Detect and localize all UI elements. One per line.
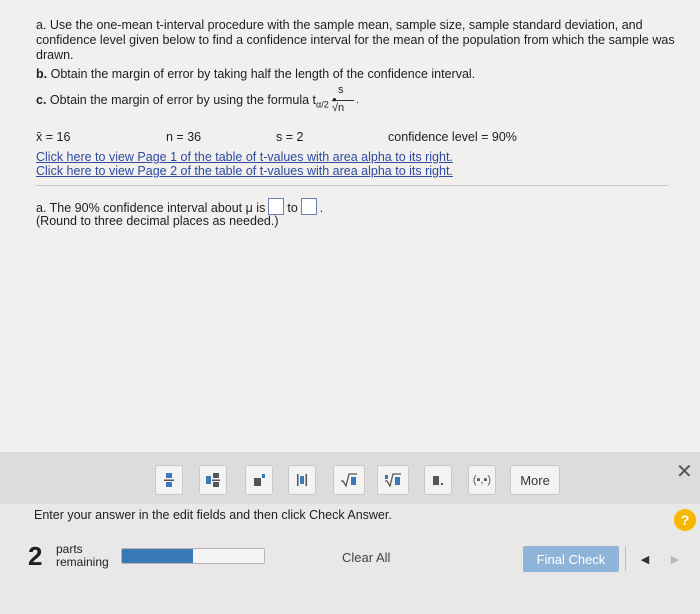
nth-root-icon	[385, 473, 401, 488]
clear-all-button[interactable]: Clear All	[342, 550, 390, 565]
question-part-b: b. Obtain the margin of error by taking …	[36, 67, 475, 82]
fraction-button[interactable]	[155, 465, 183, 495]
question-part-c: c. Obtain the margin of error by using t…	[36, 93, 337, 113]
part-b-text: Obtain the margin of error by taking hal…	[50, 67, 476, 81]
next-arrow-icon[interactable]: ▶	[662, 547, 688, 571]
absolute-value-button[interactable]	[288, 465, 316, 495]
fraction-denominator: √n	[332, 102, 345, 114]
answer-prompt-text: a. The 90% confidence interval about μ i…	[36, 201, 266, 215]
progress-fill	[122, 549, 193, 563]
question-part-a: a. Use the one-mean t-interval procedure…	[36, 18, 675, 62]
upper-bound-input[interactable]	[300, 198, 317, 215]
divider	[36, 185, 668, 186]
progress-bar	[121, 548, 265, 564]
to-text: to	[287, 201, 298, 215]
sample-std-dev: s = 2	[276, 130, 304, 144]
t-table-page1-link[interactable]: Click here to view Page 1 of the table o…	[36, 150, 453, 164]
s-over-root-n-fraction: s √n .	[308, 84, 368, 120]
sample-size: n = 36	[166, 130, 202, 144]
instruction-text: Enter your answer in the edit fields and…	[34, 508, 392, 522]
confidence-level: confidence level = 90%	[388, 130, 517, 144]
decimal-icon	[433, 476, 443, 485]
question-panel: a. Use the one-mean t-interval procedure…	[0, 0, 700, 452]
fraction-numerator: s	[338, 84, 344, 96]
lower-bound-input[interactable]	[268, 198, 285, 215]
help-icon[interactable]: ?	[674, 509, 696, 531]
part-c-label: c.	[36, 93, 47, 107]
fraction-bar	[332, 100, 354, 101]
mixed-number-button[interactable]	[199, 465, 227, 495]
previous-arrow-icon[interactable]: ◀	[632, 547, 658, 571]
answer-end-period: .	[319, 201, 324, 215]
parts-count: 2	[28, 541, 43, 571]
t-table-page2-link[interactable]: Click here to view Page 2 of the table o…	[36, 164, 453, 178]
close-toolbar-icon[interactable]: ✕	[676, 459, 693, 484]
remaining-text: remaining	[56, 555, 109, 569]
part-b-label: b.	[36, 67, 48, 81]
nav-separator	[625, 547, 626, 571]
formula-period: .	[356, 94, 360, 106]
fraction-icon	[164, 473, 174, 487]
square-root-icon	[341, 473, 357, 488]
interval-icon: (▪,▪)	[472, 474, 492, 486]
sample-mean: x̄ = 16	[36, 130, 71, 144]
final-check-button[interactable]: Final Check	[523, 546, 619, 572]
decimal-button[interactable]	[424, 465, 452, 495]
absolute-value-icon	[297, 474, 307, 486]
nth-root-button[interactable]	[377, 465, 409, 495]
more-button[interactable]: More	[510, 465, 560, 495]
rounding-note: (Round to three decimal places as needed…	[36, 214, 279, 228]
exponent-icon	[254, 474, 265, 486]
parts-remaining-label: parts remaining	[56, 543, 109, 569]
part-c-text: Obtain the margin of error by using the …	[49, 93, 317, 107]
exponent-button[interactable]	[245, 465, 273, 495]
interval-button[interactable]: (▪,▪)	[468, 465, 496, 495]
square-root-button[interactable]	[333, 465, 365, 495]
mixed-number-icon	[206, 473, 220, 487]
